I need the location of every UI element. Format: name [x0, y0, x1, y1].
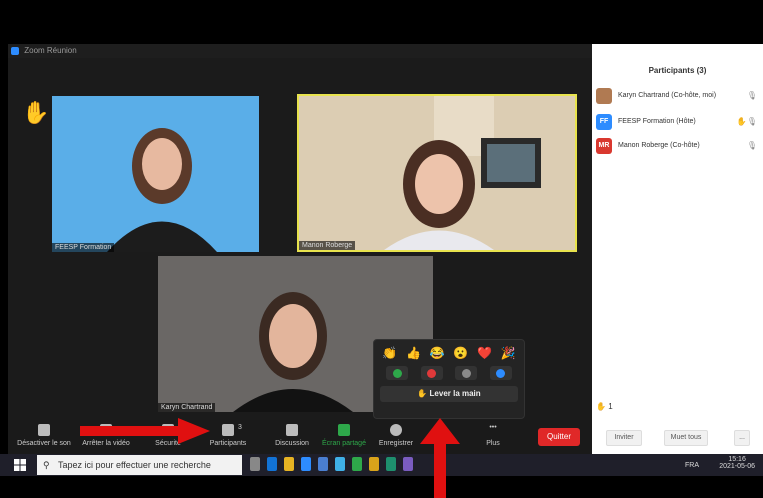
mute-label: Désactiver le son — [17, 440, 71, 447]
rewind-icon — [461, 368, 471, 378]
tile-name-manon: Manon Roberge — [299, 241, 356, 250]
panel-more-button[interactable]: ... — [734, 430, 750, 446]
avatar — [596, 88, 612, 104]
faster-button[interactable] — [489, 366, 512, 380]
app-icon[interactable] — [352, 457, 362, 471]
app-icon[interactable] — [335, 457, 345, 471]
raise-hand-label: Lever la main — [429, 389, 481, 398]
cross-icon — [427, 368, 437, 378]
zoom-meeting-window: Zoom Réunion ✋ FEESP Formation Manon Rob… — [8, 44, 592, 454]
search-placeholder: Tapez ici pour effectuer une recherche — [57, 460, 211, 470]
share-screen-button[interactable]: Écran partagé — [320, 424, 368, 447]
share-arrow-icon — [338, 424, 350, 436]
ellipsis-icon: ••• — [489, 424, 497, 431]
clock-time[interactable]: 15:16 — [719, 456, 755, 463]
participants-panel: Participants (3) Karyn Chartrand (Co-hôt… — [592, 44, 763, 454]
more-button[interactable]: ••• Plus — [480, 424, 506, 447]
participant-name: FEESP Formation (Hôte) — [618, 118, 696, 125]
raised-count: 1 — [608, 402, 613, 411]
system-tray: FRA 15:16 2021-05-06 — [685, 456, 755, 470]
feedback-row — [374, 360, 524, 380]
window-titlebar: Zoom Réunion — [8, 44, 592, 58]
mute-button[interactable]: Désactiver le son — [14, 424, 74, 447]
chat-label: Discussion — [275, 440, 309, 447]
chat-button[interactable]: Discussion — [272, 424, 312, 447]
quit-button[interactable]: Quitter — [538, 428, 580, 446]
app-icon[interactable] — [369, 457, 379, 471]
mute-all-button[interactable]: Muet tous — [664, 430, 708, 446]
invite-button[interactable]: Inviter — [606, 430, 642, 446]
emoji-row: 👏 👍 😂 😮 ❤️ 🎉 — [374, 340, 524, 360]
thumbs-up-emoji-button[interactable]: 👍 — [406, 346, 421, 360]
window-title: Zoom Réunion — [24, 46, 77, 55]
check-icon — [392, 368, 402, 378]
windows-taskbar: ⚲ Tapez ici pour effectuer une recherche… — [0, 454, 763, 476]
no-button[interactable] — [420, 366, 443, 380]
zoom-app-icon — [11, 46, 19, 55]
participants-label: Participants — [209, 440, 247, 447]
share-label: Écran partagé — [322, 440, 366, 447]
taskbar-app-icons — [250, 457, 413, 471]
avatar: FF — [596, 114, 612, 130]
more-label: Plus — [486, 440, 500, 447]
taskbar-search-box[interactable]: ⚲ Tapez ici pour effectuer une recherche — [37, 455, 242, 475]
app-icon[interactable] — [386, 457, 396, 471]
participants-button[interactable]: Participants 3 — [204, 424, 252, 447]
record-icon — [390, 424, 402, 436]
black-top-band — [0, 0, 763, 44]
hand-icon: ✋ — [417, 389, 428, 398]
tile-name-karyn: Karyn Chartrand — [158, 403, 216, 412]
raised-hand-counter: ✋ 1 — [596, 402, 613, 411]
windows-start-icon[interactable] — [14, 459, 26, 471]
mic-icon: 🎙 — [746, 141, 757, 150]
record-button[interactable]: Enregistrer — [374, 424, 418, 447]
language-indicator[interactable]: FRA — [685, 462, 699, 469]
clap-emoji-button[interactable]: 👏 — [382, 346, 397, 360]
raise-hand-button[interactable]: ✋ Lever la main — [380, 386, 518, 402]
video-tile-feesp[interactable]: FEESP Formation — [52, 96, 259, 252]
participant-video-feesp — [107, 128, 217, 252]
app-icon[interactable] — [318, 457, 328, 471]
avatar: MR — [596, 138, 612, 154]
search-icon: ⚲ — [43, 460, 50, 470]
heart-emoji-button[interactable]: ❤️ — [477, 346, 492, 360]
video-tile-manon[interactable]: Manon Roberge — [297, 94, 577, 252]
tile-name-feesp: FEESP Formation — [52, 243, 115, 252]
microphone-icon — [38, 424, 50, 436]
yes-button[interactable] — [386, 366, 409, 380]
app-icon[interactable] — [403, 457, 413, 471]
participants-count: 3 — [238, 424, 242, 431]
zoom-taskbar-icon[interactable] — [301, 457, 311, 471]
raised-hand-icon: ✋ — [22, 100, 50, 125]
panel-title: Participants (3) — [648, 66, 707, 75]
raised-hand-status-icon: ✋🎙 — [736, 117, 757, 126]
red-arrow-right-icon — [80, 418, 210, 444]
panel-footer: Inviter Muet tous ... — [592, 422, 763, 448]
record-label: Enregistrer — [378, 440, 414, 447]
fast-forward-icon — [496, 368, 506, 378]
participant-name: Manon Roberge (Co-hôte) — [618, 142, 700, 149]
participant-row-manon[interactable]: MR Manon Roberge (Co-hôte) 🎙 — [596, 138, 759, 156]
outlook-icon[interactable] — [267, 457, 277, 471]
participant-video-manon — [299, 96, 575, 250]
chat-icon — [286, 424, 298, 436]
hand-icon: ✋ — [596, 402, 606, 411]
participant-row-feesp[interactable]: FF FEESP Formation (Hôte) ✋🎙 — [596, 114, 759, 132]
participant-name: Karyn Chartrand (Co-hôte, moi) — [618, 92, 717, 99]
laugh-emoji-button[interactable]: 😂 — [430, 346, 445, 360]
mic-icon: 🎙 — [746, 91, 757, 100]
clock-date[interactable]: 2021-05-06 — [719, 463, 755, 470]
chrome-icon[interactable] — [284, 457, 294, 471]
people-icon — [222, 424, 234, 436]
party-emoji-button[interactable]: 🎉 — [501, 346, 516, 360]
task-view-icon[interactable] — [250, 457, 260, 471]
surprised-emoji-button[interactable]: 😮 — [453, 346, 468, 360]
participant-row-karyn[interactable]: Karyn Chartrand (Co-hôte, moi) 🎙 — [596, 88, 759, 106]
slower-button[interactable] — [455, 366, 478, 380]
reactions-popup: 👏 👍 😂 😮 ❤️ 🎉 ✋ Lever la main — [373, 339, 525, 419]
red-arrow-up-icon — [420, 418, 460, 498]
